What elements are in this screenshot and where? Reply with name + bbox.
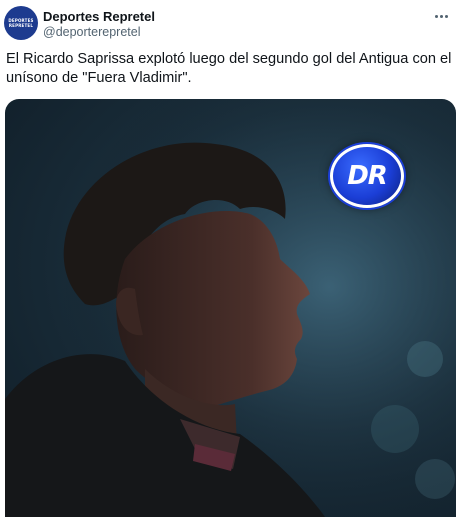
more-dot xyxy=(444,14,448,18)
tweet-text: El Ricardo Saprissa explotó luego del se… xyxy=(6,51,452,86)
tweet-card[interactable]: DEPORTES REPRETEL Deportes Repretel @dep… xyxy=(0,0,462,517)
more-dot xyxy=(439,14,443,18)
avatar-logo: DEPORTES REPRETEL xyxy=(8,18,34,28)
more-options-icon[interactable] xyxy=(428,6,454,26)
tweet-image[interactable]: DR xyxy=(5,99,456,517)
dr-logo-text: DR xyxy=(347,161,388,191)
display-name[interactable]: Deportes Repretel xyxy=(43,9,155,24)
avatar[interactable]: DEPORTES REPRETEL xyxy=(4,6,38,40)
more-dot xyxy=(434,14,438,18)
user-handle[interactable]: @deporterepretel xyxy=(43,25,140,40)
dr-watermark-logo: DR xyxy=(330,144,404,208)
